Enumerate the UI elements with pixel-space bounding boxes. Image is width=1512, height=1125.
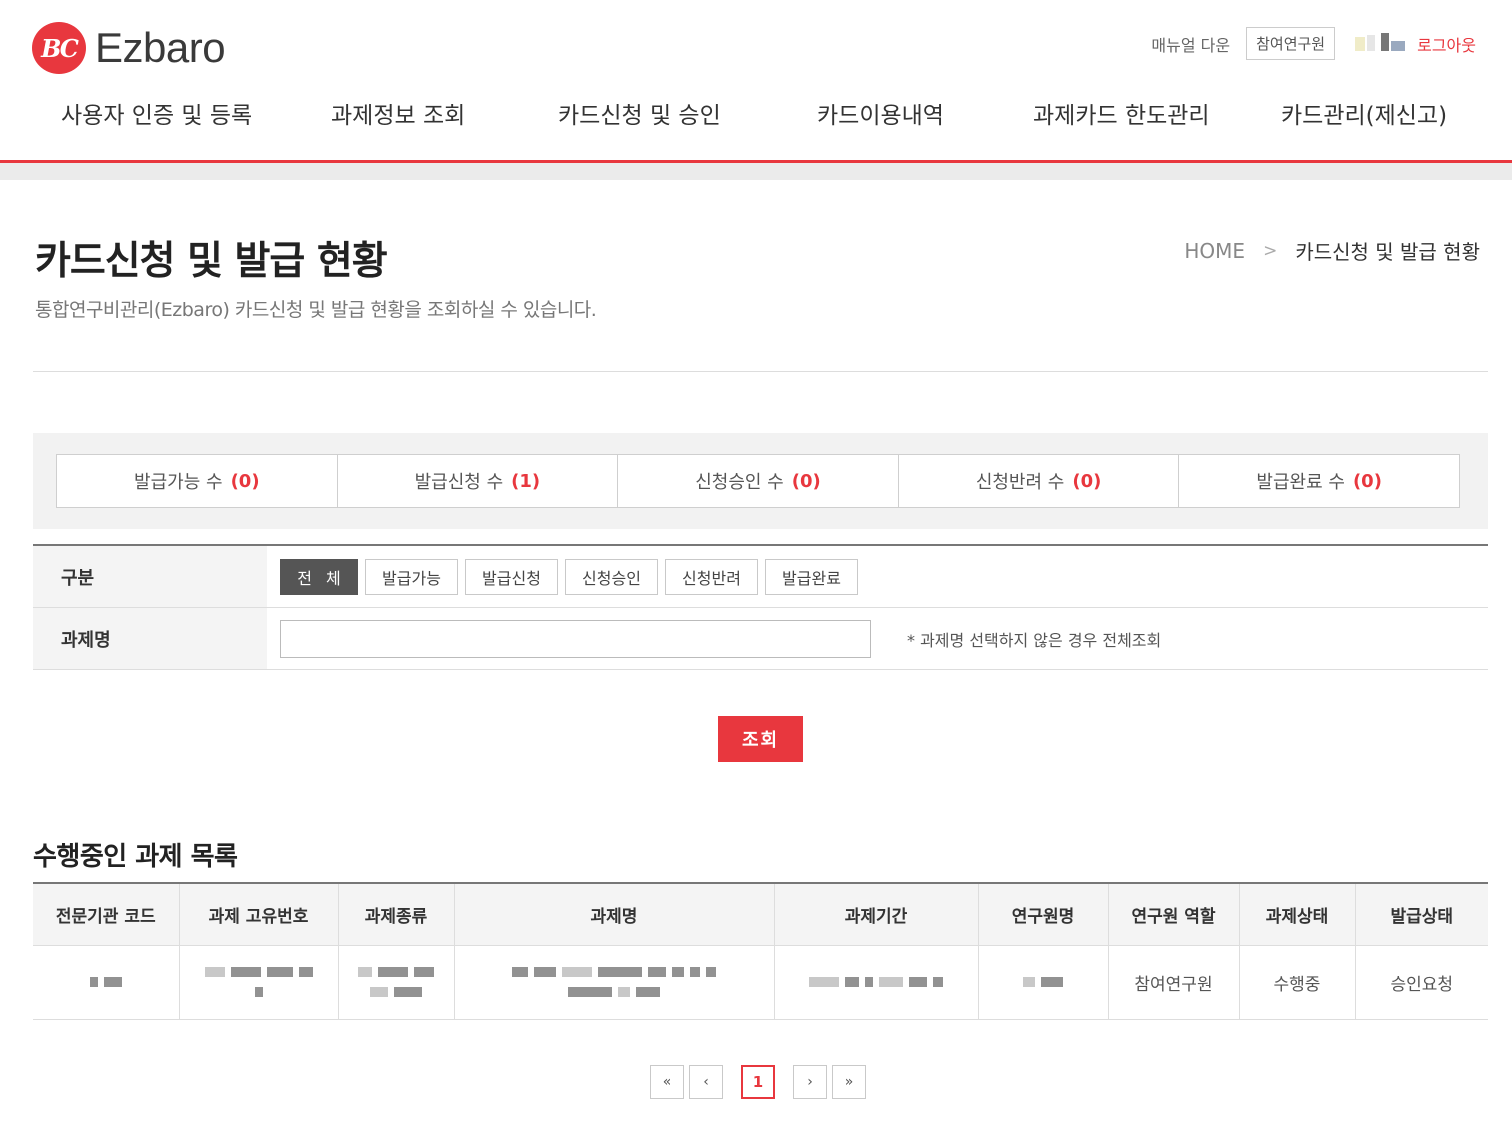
logo-text: Ezbaro — [95, 24, 226, 71]
next-page-icon[interactable]: › — [793, 1065, 827, 1099]
cell-researcher-name-redacted — [977, 945, 1108, 1020]
project-table: 전문기관 코드 과제 고유번호 과제종류 과제명 과제기간 연구원명 연구원 역… — [33, 882, 1488, 1020]
filter-applied-button[interactable]: 발급신청 — [465, 558, 558, 595]
nav-card-manage[interactable]: 카드관리(제신고) — [1281, 96, 1447, 130]
col-project-period: 과제기간 — [773, 883, 978, 946]
col-researcher-role: 연구원 역할 — [1107, 883, 1239, 946]
project-name-note: * 과제명 선택하지 않은 경우 전체조회 — [907, 630, 1162, 650]
stat-applied: 발급신청 수 (1) — [338, 455, 619, 507]
col-project-status: 과제상태 — [1238, 883, 1355, 946]
title-divider — [33, 371, 1488, 372]
cell-issue-status: 승인요청 — [1354, 945, 1488, 1020]
col-project-type: 과제종류 — [337, 883, 454, 946]
stat-issuable: 발급가능 수 (0) — [57, 455, 338, 507]
pagination: « ‹ 1 › » — [650, 1065, 866, 1099]
logo[interactable]: BC Ezbaro — [32, 22, 226, 74]
chevron-right-icon: > — [1263, 240, 1278, 261]
status-summary: 발급가능 수 (0) 발급신청 수 (1) 신청승인 수 (0) 신청반려 수 (0) … — [33, 433, 1488, 529]
cell-project-type-redacted — [337, 945, 454, 1020]
col-project-id: 과제 고유번호 — [178, 883, 338, 946]
main-navigation: 사용자 인증 및 등록 과제정보 조회 카드신청 및 승인 카드이용내역 과제카… — [0, 96, 1512, 136]
page-title: 카드신청 및 발급 현황 — [35, 239, 388, 284]
nav-card-limit[interactable]: 과제카드 한도관리 — [1033, 96, 1210, 130]
filter-approved-button[interactable]: 신청승인 — [565, 558, 658, 595]
stat-rejected: 신청반려 수 (0) — [899, 455, 1180, 507]
stat-approved: 신청승인 수 (0) — [618, 455, 899, 507]
project-name-label: 과제명 — [33, 608, 267, 669]
breadcrumb-current: 카드신청 및 발급 현황 — [1295, 240, 1480, 264]
table-row[interactable]: 참여연구원 수행중 승인요청 — [33, 945, 1488, 1020]
filter-issued-button[interactable]: 발급완료 — [765, 558, 858, 595]
bc-logo-mark: BC — [32, 22, 86, 74]
search-form: 구분 전체 발급가능 발급신청 신청승인 신청반려 발급완료 과제명 * 과제명… — [33, 544, 1488, 670]
col-agency-code: 전문기관 코드 — [33, 883, 179, 946]
last-page-icon[interactable]: » — [832, 1065, 866, 1099]
nav-user-auth[interactable]: 사용자 인증 및 등록 — [61, 96, 252, 130]
cell-project-name-redacted — [453, 945, 774, 1020]
filter-rejected-button[interactable]: 신청반려 — [665, 558, 758, 595]
filter-all-button[interactable]: 전체 — [280, 558, 358, 595]
breadcrumb-home[interactable]: HOME — [1184, 239, 1245, 263]
col-project-name: 과제명 — [453, 883, 774, 946]
cell-agency-code-redacted — [33, 945, 179, 1020]
page-description: 통합연구비관리(Ezbaro) 카드신청 및 발급 현황을 조회하실 수 있습니… — [35, 299, 597, 321]
nav-card-usage[interactable]: 카드이용내역 — [817, 96, 944, 130]
first-page-icon[interactable]: « — [650, 1065, 684, 1099]
user-name-redacted — [1355, 32, 1407, 55]
nav-card-apply[interactable]: 카드신청 및 승인 — [558, 96, 721, 130]
breadcrumb: HOME > 카드신청 및 발급 현황 — [1184, 236, 1480, 265]
nav-band — [0, 163, 1512, 180]
page-number-current[interactable]: 1 — [741, 1065, 775, 1099]
cell-project-status: 수행중 — [1238, 945, 1355, 1020]
role-badge: 참여연구원 — [1246, 27, 1336, 60]
logout-link[interactable]: 로그아웃 — [1417, 32, 1476, 56]
manual-download-link[interactable]: 매뉴얼 다운 — [1151, 32, 1230, 56]
type-label: 구분 — [33, 546, 267, 607]
utility-bar: 매뉴얼 다운 참여연구원 로그아웃 — [1151, 27, 1476, 60]
nav-project-info[interactable]: 과제정보 조회 — [331, 96, 465, 130]
cell-researcher-role: 참여연구원 — [1107, 945, 1239, 1020]
search-button[interactable]: 조회 — [718, 716, 803, 762]
col-issue-status: 발급상태 — [1354, 883, 1488, 946]
cell-project-id-redacted — [178, 945, 338, 1020]
col-researcher-name: 연구원명 — [977, 883, 1108, 946]
list-title: 수행중인 과제 목록 — [33, 842, 238, 872]
filter-issuable-button[interactable]: 발급가능 — [365, 558, 458, 595]
project-name-input[interactable] — [280, 619, 871, 658]
cell-project-period-redacted — [773, 945, 978, 1020]
prev-page-icon[interactable]: ‹ — [689, 1065, 723, 1099]
stat-issued: 발급완료 수 (0) — [1256, 470, 1382, 494]
